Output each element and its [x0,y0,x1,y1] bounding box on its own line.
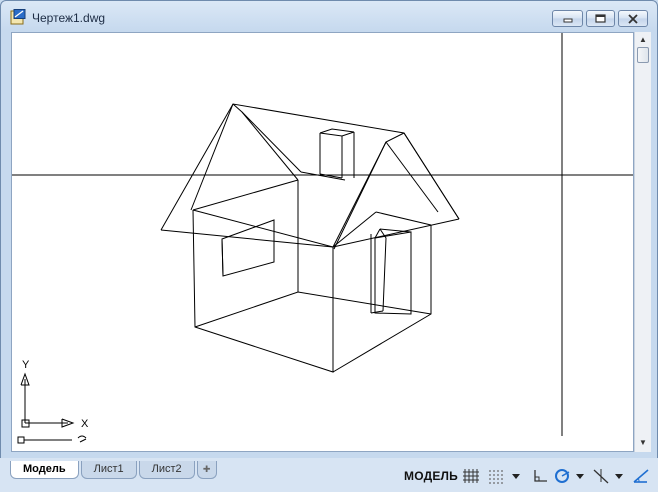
layout-tabs: Модель Лист1 Лист2 ✚ [10,461,219,479]
model-space-canvas[interactable]: Y X [11,32,634,452]
dynamic-ucs-icon[interactable] [632,468,650,484]
tab-sheet2[interactable]: Лист2 [138,461,195,479]
restore-button[interactable] [586,10,615,27]
ucs-x-label: X [81,418,89,430]
house-roof [160,103,460,250]
ucs-icon [20,372,75,428]
space-toggle-button[interactable]: МОДЕЛЬ [404,469,458,483]
dropdown-icon[interactable] [511,468,521,484]
tab-sheet1[interactable]: Лист1 [80,461,137,479]
house-drawing: Y X [12,33,633,444]
minimize-button[interactable] [552,10,583,27]
vertical-scrollbar[interactable]: ▲ ▼ [634,32,651,452]
snap-icon[interactable] [487,468,505,484]
house-door [370,228,412,315]
house-walls [192,179,432,373]
chimney [302,128,355,179]
grid-icon[interactable] [462,468,480,484]
close-button[interactable] [618,10,648,27]
drawing-window: Чертеж1.dwg Y X ▲ ▼ [0,0,658,492]
osnap-dropdown-icon[interactable] [614,468,624,484]
tab-model[interactable]: Модель [10,461,79,479]
polar-icon[interactable] [553,468,571,484]
close-icon [628,13,638,24]
window-title: Чертеж1.dwg [32,11,106,25]
restore-icon [594,14,606,23]
minimize-icon [563,18,572,22]
polar-dropdown-icon[interactable] [575,468,585,484]
object-snap-icon[interactable] [592,468,610,484]
ucs-y-label: Y [22,359,30,371]
title-bar[interactable]: Чертеж1.dwg [1,1,657,31]
add-layout-icon[interactable]: ✚ [196,461,217,479]
ortho-icon[interactable] [532,468,548,484]
scroll-down-icon[interactable]: ▼ [635,436,651,450]
grip-icon [17,435,87,444]
dwg-file-icon [10,9,26,25]
scroll-up-icon[interactable]: ▲ [635,33,651,47]
house-window [221,219,275,277]
scroll-thumb[interactable] [637,47,649,63]
